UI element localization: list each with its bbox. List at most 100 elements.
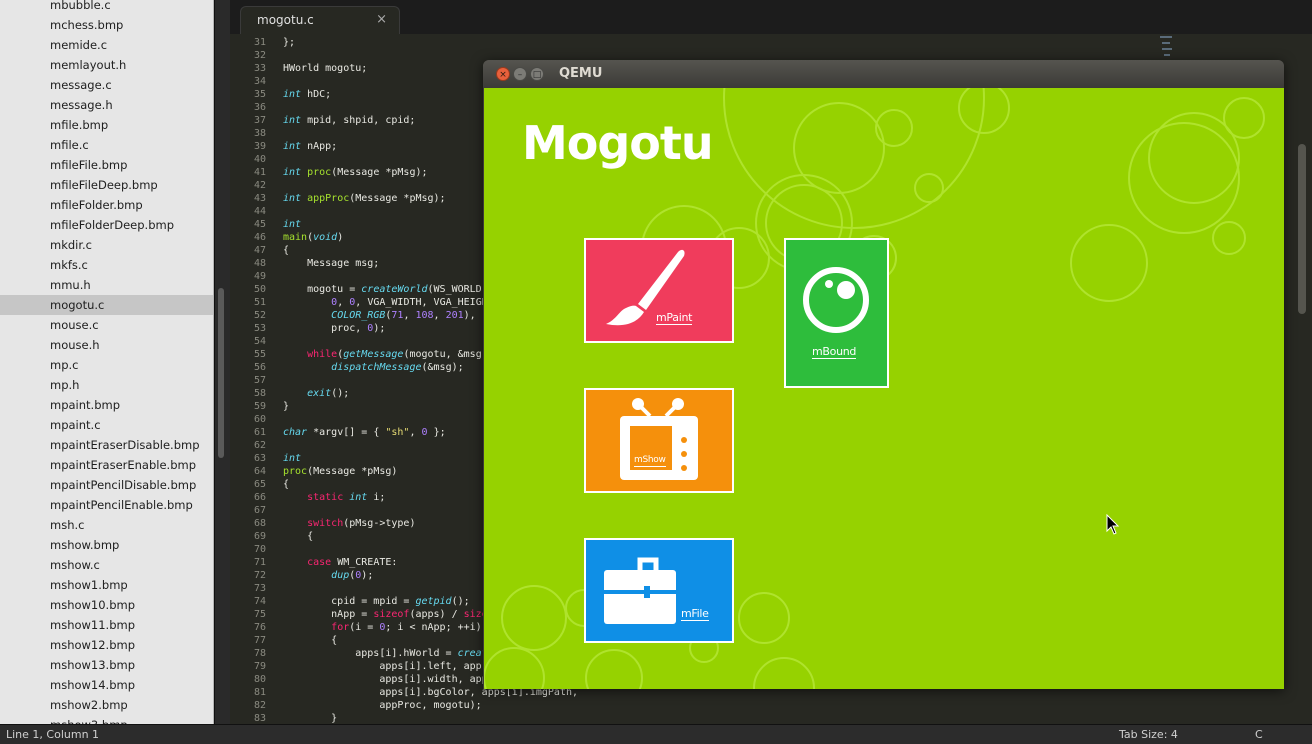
code-line[interactable]: } xyxy=(283,712,578,724)
sidebar-file-item[interactable]: memide.c xyxy=(0,35,213,55)
sidebar-file-item[interactable]: mfileFolderDeep.bmp xyxy=(0,215,213,235)
line-number: 82 xyxy=(253,700,266,711)
line-number: 55 xyxy=(253,349,266,360)
sidebar-file-item[interactable]: mkdir.c xyxy=(0,235,213,255)
line-number: 48 xyxy=(253,258,266,269)
line-number: 51 xyxy=(253,297,266,308)
line-number: 44 xyxy=(253,206,266,217)
sidebar-file-item[interactable]: mmu.h xyxy=(0,275,213,295)
mogotu-desktop[interactable]: Mogotu mPaint mBound mShow mFile xyxy=(484,88,1284,689)
sidebar-file-item[interactable]: message.h xyxy=(0,95,213,115)
line-number-gutter: 31 32 33 34 35 36 37 38 39 40 41 42 43 44 45 46 47 48 49 50… xyxy=(230,36,266,724)
sidebar-file-item[interactable]: mfileFolder.bmp xyxy=(0,195,213,215)
line-number: 56 xyxy=(253,362,266,373)
line-number: 37 xyxy=(253,115,266,126)
paintbrush-icon xyxy=(606,249,685,326)
sidebar-file-item[interactable]: mkfs.c xyxy=(0,255,213,275)
sidebar-file-item[interactable]: mfile.c xyxy=(0,135,213,155)
sidebar-file-item[interactable]: memlayout.h xyxy=(0,55,213,75)
line-number: 70 xyxy=(253,544,266,555)
line-number: 71 xyxy=(253,557,266,568)
window-close-button[interactable]: × xyxy=(496,67,510,81)
line-number: 40 xyxy=(253,154,266,165)
status-bar: Line 1, Column 1 Tab Size: 4 C xyxy=(0,724,1312,744)
sidebar-file-item[interactable]: mshow1.bmp xyxy=(0,575,213,595)
sidebar-file-item[interactable]: mfileFileDeep.bmp xyxy=(0,175,213,195)
line-number: 60 xyxy=(253,414,266,425)
tile-label-mpaint: mPaint xyxy=(656,311,693,325)
tab-close-icon[interactable]: × xyxy=(376,12,387,27)
line-number: 77 xyxy=(253,635,266,646)
sidebar-file-item[interactable]: mpaintEraserEnable.bmp xyxy=(0,455,213,475)
line-number: 83 xyxy=(253,713,266,724)
sidebar-file-item[interactable]: mshow2.bmp xyxy=(0,695,213,715)
window-minimize-button[interactable]: – xyxy=(513,67,527,81)
qemu-titlebar[interactable]: × – □ QEMU xyxy=(483,60,1284,88)
sidebar-file-item[interactable]: mpaintPencilEnable.bmp xyxy=(0,495,213,515)
sidebar-file-item[interactable]: mp.c xyxy=(0,355,213,375)
sidebar-file-item[interactable]: mbubble.c xyxy=(0,0,213,15)
sidebar-file-item[interactable]: mchess.bmp xyxy=(0,15,213,35)
line-number: 72 xyxy=(253,570,266,581)
sidebar-file-item[interactable]: mshow14.bmp xyxy=(0,675,213,695)
tab-mogotu-c[interactable]: mogotu.c × xyxy=(240,6,400,34)
sidebar-scrollbar[interactable] xyxy=(214,0,230,724)
sidebar-file-item[interactable]: mshow.bmp xyxy=(0,535,213,555)
mouse-cursor-icon xyxy=(1106,514,1120,535)
line-number: 52 xyxy=(253,310,266,321)
line-number: 61 xyxy=(253,427,266,438)
line-number: 59 xyxy=(253,401,266,412)
sidebar-file-item[interactable]: mshow10.bmp xyxy=(0,595,213,615)
line-number: 46 xyxy=(253,232,266,243)
cursor-position: Line 1, Column 1 xyxy=(6,728,100,741)
line-number: 54 xyxy=(253,336,266,347)
sidebar-file-item[interactable]: mshow.c xyxy=(0,555,213,575)
sidebar-file-item[interactable]: message.c xyxy=(0,75,213,95)
app-tile-mbound[interactable]: mBound xyxy=(784,238,889,388)
sidebar-file-item[interactable]: mfile.bmp xyxy=(0,115,213,135)
syntax-selector[interactable]: C xyxy=(1255,728,1263,741)
sidebar-file-item[interactable]: mpaintPencilDisable.bmp xyxy=(0,475,213,495)
line-number: 73 xyxy=(253,583,266,594)
app-tile-mfile[interactable]: mFile xyxy=(584,538,734,643)
sidebar-file-item[interactable]: mogotu.c xyxy=(0,295,213,315)
line-number: 62 xyxy=(253,440,266,451)
line-number: 50 xyxy=(253,284,266,295)
file-list: mbubble.c mchess.bmp memide.c memlayout.h me… xyxy=(0,0,213,724)
line-number: 64 xyxy=(253,466,266,477)
line-number: 42 xyxy=(253,180,266,191)
line-number: 74 xyxy=(253,596,266,607)
line-number: 63 xyxy=(253,453,266,464)
sidebar-scroll-thumb[interactable] xyxy=(218,288,224,458)
line-number: 76 xyxy=(253,622,266,633)
line-number: 38 xyxy=(253,128,266,139)
tab-bar: mogotu.c × xyxy=(230,0,1312,34)
sidebar-file-item[interactable]: mp.h xyxy=(0,375,213,395)
sidebar-file-item[interactable]: mshow11.bmp xyxy=(0,615,213,635)
qemu-title: QEMU xyxy=(559,66,603,81)
line-number: 80 xyxy=(253,674,266,685)
app-tile-mshow[interactable]: mShow xyxy=(584,388,734,493)
sidebar-file-item[interactable]: mpaint.c xyxy=(0,415,213,435)
code-line[interactable]: }; xyxy=(283,36,578,49)
code-line[interactable]: appProc, mogotu); xyxy=(283,699,578,712)
sidebar-file-item[interactable]: mshow13.bmp xyxy=(0,655,213,675)
editor-scroll-thumb[interactable] xyxy=(1298,144,1306,314)
window-maximize-button[interactable]: □ xyxy=(530,67,544,81)
sidebar-file-item[interactable]: mfileFile.bmp xyxy=(0,155,213,175)
tab-size-selector[interactable]: Tab Size: 4 xyxy=(1119,728,1178,741)
sidebar-file-item[interactable]: mpaint.bmp xyxy=(0,395,213,415)
sidebar-file-item[interactable]: msh.c xyxy=(0,515,213,535)
line-number: 36 xyxy=(253,102,266,113)
line-number: 65 xyxy=(253,479,266,490)
sidebar-file-item[interactable]: mshow12.bmp xyxy=(0,635,213,655)
sidebar-file-item[interactable]: mpaintEraserDisable.bmp xyxy=(0,435,213,455)
line-number: 31 xyxy=(253,37,266,48)
app-tile-mpaint[interactable]: mPaint xyxy=(584,238,734,343)
tile-label-mshow: mShow xyxy=(634,455,666,467)
mogotu-logo: Mogotu xyxy=(522,116,714,170)
sidebar-file-item[interactable]: mshow3.bmp xyxy=(0,715,213,724)
sidebar-file-item[interactable]: mouse.c xyxy=(0,315,213,335)
tab-label: mogotu.c xyxy=(257,13,314,27)
sidebar-file-item[interactable]: mouse.h xyxy=(0,335,213,355)
